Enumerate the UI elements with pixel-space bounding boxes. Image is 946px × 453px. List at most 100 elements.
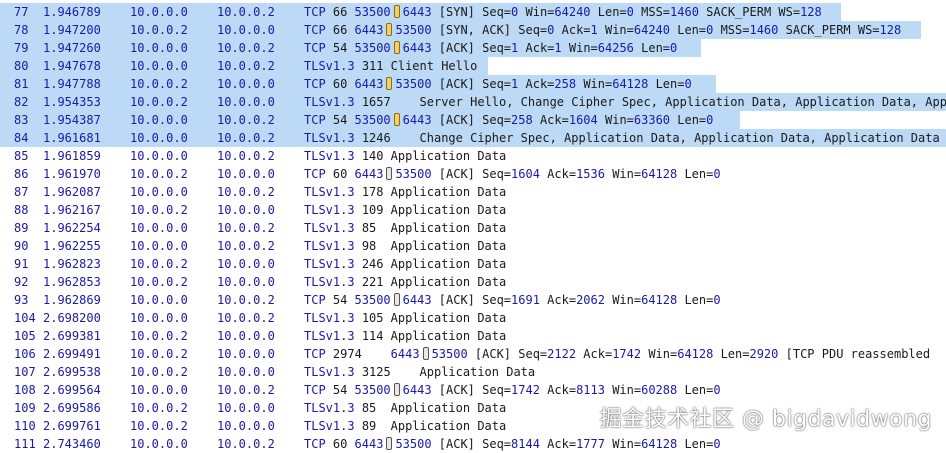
info-value: 53500 xyxy=(354,41,391,55)
packet-row[interactable]: 85 1.961859 10.0.0.0 10.0.0.2 TLSv1.3 140 App… xyxy=(0,147,946,165)
packet-row[interactable]: 89 1.962254 10.0.0.0 10.0.0.2 TLSv1.3 85 App… xyxy=(0,219,946,237)
packet-destination: 10.0.0.0 xyxy=(217,77,275,91)
info-text: Application Data xyxy=(383,239,507,253)
packet-info: Application Data xyxy=(391,183,507,201)
packet-source: 10.0.0.0 xyxy=(130,239,188,253)
info-text: [ACK] Seq= xyxy=(431,293,512,307)
info-value: 0 xyxy=(713,293,721,307)
info-value: 8144 xyxy=(511,437,540,451)
packet-number: 92 xyxy=(14,275,29,289)
packet-length: 60 xyxy=(332,167,348,181)
info-text: Len= xyxy=(670,23,707,37)
packet-time: 2.743460 xyxy=(43,437,101,451)
packet-row[interactable]: 84 1.961681 10.0.0.0 10.0.0.2 TLSv1.3 1246 C… xyxy=(0,129,946,147)
info-text: [ACK] Seq= xyxy=(431,167,512,181)
packet-row[interactable]: 88 1.962167 10.0.0.2 10.0.0.0 TLSv1.3 109 App… xyxy=(0,201,946,219)
info-text: Application Data xyxy=(397,365,536,379)
packet-time: 2.699586 xyxy=(43,401,101,415)
packet-protocol: TCP 66 xyxy=(304,21,347,39)
packet-row[interactable]: 104 2.698200 10.0.0.0 10.0.0.2 TLSv1.3 105 Ap… xyxy=(0,309,946,327)
info-value: 1 xyxy=(554,41,562,55)
info-text: Application Data xyxy=(390,203,507,217)
info-value: 64240 xyxy=(633,23,670,37)
packet-row[interactable]: 83 1.954387 10.0.0.0 10.0.0.2 TCP 54 53500 644… xyxy=(0,111,946,129)
packet-row[interactable]: 81 1.947788 10.0.0.2 10.0.0.0 TCP 60 6443 5350… xyxy=(0,75,946,93)
packet-number: 82 xyxy=(14,95,29,109)
packet-info: 6443 53500 [ACK] Seq=1604 Ack=1536 Win=64… xyxy=(355,165,721,183)
protocol-name: TLSv1.3 xyxy=(304,275,355,289)
packet-number: 79 xyxy=(14,41,29,55)
info-text: [SYN, ACK] Seq= xyxy=(431,23,548,37)
info-value: 0 xyxy=(713,383,721,397)
packet-source: 10.0.0.2 xyxy=(130,419,188,433)
protocol-name: TLSv1.3 xyxy=(304,221,355,235)
packet-destination: 10.0.0.0 xyxy=(217,167,275,181)
packet-protocol: TCP 54 xyxy=(304,39,347,57)
packet-info: 53500 6443 [ACK] Seq=1691 Ack=2062 Win=64… xyxy=(355,291,721,309)
packet-info: 53500 6443 [ACK] Seq=258 Ack=1604 Win=633… xyxy=(355,111,714,129)
packet-protocol: TLSv1.3 85 xyxy=(304,399,376,417)
info-value: 1777 xyxy=(576,437,605,451)
packet-number: 106 xyxy=(14,347,36,361)
packet-row[interactable]: 87 1.962087 10.0.0.0 10.0.0.2 TLSv1.3 178 App… xyxy=(0,183,946,201)
info-value: 1460 xyxy=(749,23,779,37)
info-value: 0 xyxy=(670,41,678,55)
packet-info: 6443 53500 [SYN, ACK] Seq=0 Ack=1 Win=642… xyxy=(355,21,901,39)
packet-list[interactable]: 77 1.946789 10.0.0.0 10.0.0.2 TCP 66 53500 644… xyxy=(0,3,946,453)
packet-row[interactable]: 80 1.947678 10.0.0.0 10.0.0.2 TLSv1.3 311 Cli… xyxy=(0,57,946,75)
packet-row[interactable]: 82 1.954353 10.0.0.2 10.0.0.0 TLSv1.3 1657 S… xyxy=(0,93,946,111)
packet-source: 10.0.0.0 xyxy=(130,149,188,163)
packet-row[interactable]: 108 2.699564 10.0.0.0 10.0.0.2 TCP 54 53500 64… xyxy=(0,381,946,399)
info-value: 64128 xyxy=(641,167,678,181)
packet-source: 10.0.0.2 xyxy=(130,77,188,91)
packet-row[interactable]: 107 2.699538 10.0.0.2 10.0.0.0 TLSv1.3 3125 … xyxy=(0,363,946,381)
packet-row[interactable]: 111 2.743460 10.0.0.0 10.0.0.2 TCP 60 6443 535… xyxy=(0,435,946,453)
packet-source: 10.0.0.0 xyxy=(130,221,188,235)
info-text: Win= xyxy=(604,437,642,451)
info-text: [ACK] Seq= xyxy=(431,113,512,127)
info-value: 258 xyxy=(554,77,577,91)
packet-row[interactable]: 79 1.947260 10.0.0.0 10.0.0.2 TCP 54 53500 644… xyxy=(0,39,946,57)
info-value: 2920 xyxy=(749,347,779,361)
info-value: 6443 xyxy=(402,293,432,307)
packet-protocol: TCP 60 xyxy=(304,75,347,93)
packet-row[interactable]: 91 1.962823 10.0.0.2 10.0.0.0 TLSv1.3 246 App… xyxy=(0,255,946,273)
packet-time: 1.947260 xyxy=(43,41,101,55)
packet-row[interactable]: 77 1.946789 10.0.0.0 10.0.0.2 TCP 66 53500 644… xyxy=(0,3,946,21)
info-value: 8113 xyxy=(576,383,605,397)
info-text: Application Data xyxy=(390,311,507,325)
info-value: 53500 xyxy=(354,383,391,397)
info-value: 1742 xyxy=(612,347,642,361)
info-value: 53500 xyxy=(431,347,468,361)
packet-protocol: TLSv1.3 114 xyxy=(304,327,384,345)
packet-row[interactable]: 86 1.961970 10.0.0.2 10.0.0.0 TCP 60 6443 5350… xyxy=(0,165,946,183)
protocol-name: TCP xyxy=(304,293,326,307)
info-value: 6443 xyxy=(390,347,420,361)
packet-info: Application Data xyxy=(391,309,507,327)
packet-number: 104 xyxy=(14,311,36,325)
packet-number: 81 xyxy=(14,77,29,91)
packet-time: 1.961970 xyxy=(43,167,101,181)
packet-info: Server Hello, Change Cipher Spec, Applic… xyxy=(398,93,946,111)
packet-row[interactable]: 105 2.699381 10.0.0.2 10.0.0.0 TLSv1.3 114 Ap… xyxy=(0,327,946,345)
packet-row[interactable]: 106 2.699491 10.0.0.2 10.0.0.0 TCP 2974 6443… xyxy=(0,345,946,363)
protocol-name: TCP xyxy=(304,23,326,37)
packet-protocol: TLSv1.3 221 xyxy=(304,273,384,291)
packet-row[interactable]: 90 1.962255 10.0.0.0 10.0.0.2 TLSv1.3 98 App… xyxy=(0,237,946,255)
info-value: 53500 xyxy=(395,167,432,181)
packet-row[interactable]: 92 1.962853 10.0.0.2 10.0.0.0 TLSv1.3 221 App… xyxy=(0,273,946,291)
packet-info: Application Data xyxy=(391,201,507,219)
info-value: 0 xyxy=(706,113,714,127)
packet-length: 66 xyxy=(332,5,348,19)
info-value: 6443 xyxy=(354,77,384,91)
packet-row[interactable]: 78 1.947200 10.0.0.2 10.0.0.0 TCP 66 6443 5350… xyxy=(0,21,946,39)
packet-source: 10.0.0.0 xyxy=(130,293,188,307)
packet-source: 10.0.0.2 xyxy=(130,203,188,217)
packet-info: 6443 53500 [ACK] Seq=2122 Ack=1742 Win=64… xyxy=(369,345,930,363)
packet-source: 10.0.0.0 xyxy=(130,131,188,145)
info-value: 0 xyxy=(713,437,721,451)
packet-row[interactable]: 93 1.962869 10.0.0.0 10.0.0.2 TCP 54 53500 644… xyxy=(0,291,946,309)
info-text: Application Data xyxy=(383,401,507,415)
packet-time: 1.962869 xyxy=(43,293,101,307)
info-value: 1 xyxy=(590,23,598,37)
